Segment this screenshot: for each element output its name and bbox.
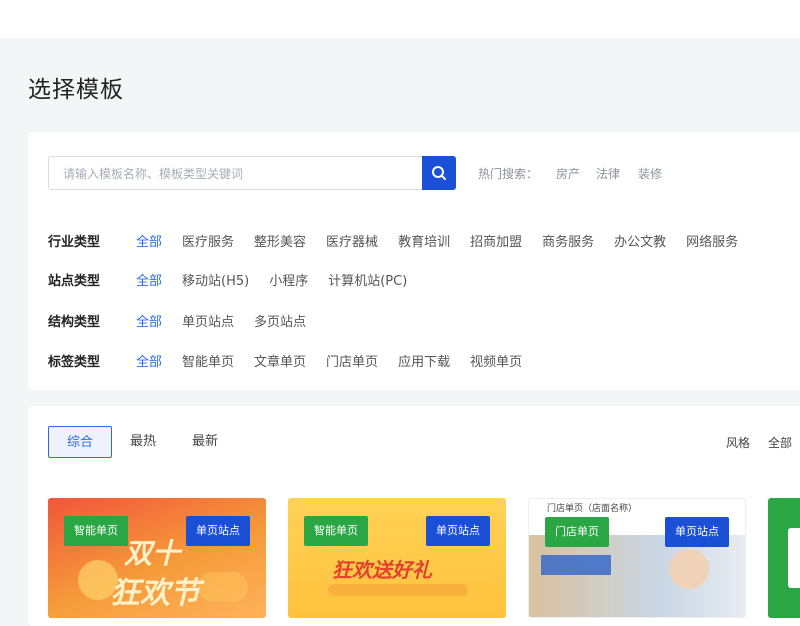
top-bar	[0, 0, 800, 38]
filter-panel: 热门搜索： 房产 法律 装修 行业类型 全部 医疗服务 整形美容 医疗器械 教育…	[28, 132, 800, 390]
hot-search-term[interactable]: 法律	[596, 165, 620, 182]
card-banner-text: 狂欢送好礼	[332, 558, 432, 582]
filter-row-tag-type: 标签类型 全部 智能单页 文章单页 门店单页 应用下载 视频单页	[48, 350, 542, 370]
card-site-badge: 单页站点	[186, 516, 250, 546]
filter-option[interactable]: 计算机站(PC)	[328, 270, 407, 289]
search-box	[48, 156, 456, 191]
filter-option[interactable]: 网络服务	[686, 231, 738, 250]
card-site-badge: 单页站点	[665, 517, 729, 547]
filter-option[interactable]: 办公文教	[614, 231, 666, 250]
style-filter-value[interactable]: 全部	[768, 434, 792, 451]
filter-row-industry: 行业类型 全部 医疗服务 整形美容 医疗器械 教育培训 招商加盟 商务服务 办公…	[48, 230, 758, 250]
filter-option[interactable]: 小程序	[269, 270, 308, 289]
sort-tab-comprehensive[interactable]: 综合	[48, 426, 112, 458]
hot-search-term[interactable]: 装修	[638, 165, 662, 182]
card-thumbnail	[788, 528, 800, 588]
filter-option[interactable]: 移动站(H5)	[182, 270, 249, 289]
search-button[interactable]	[422, 156, 456, 190]
template-card[interactable]: 门店单页（店面名称） 门店单页 单页站点	[528, 498, 746, 618]
card-banner-text: 双十	[124, 537, 181, 570]
filter-row-site-type: 站点类型 全部 移动站(H5) 小程序 计算机站(PC)	[48, 269, 427, 289]
card-tag-badge: 智能单页	[304, 516, 368, 546]
card-banner-text: 狂欢节	[110, 576, 200, 611]
filter-option[interactable]: 文章单页	[254, 351, 306, 370]
filter-row-structure-type: 结构类型 全部 单页站点 多页站点	[48, 310, 326, 330]
card-thumbnail	[529, 535, 745, 617]
filter-row-label: 标签类型	[48, 354, 101, 370]
hot-search-label: 热门搜索：	[478, 167, 539, 181]
filter-option[interactable]: 视频单页	[470, 351, 522, 370]
style-filter-label[interactable]: 风格	[726, 434, 750, 451]
hot-search-term[interactable]: 房产	[556, 165, 580, 182]
filter-option[interactable]: 门店单页	[326, 351, 378, 370]
filter-option[interactable]: 单页站点	[182, 311, 234, 330]
search-input[interactable]	[61, 157, 425, 191]
card-thumbnail	[328, 584, 468, 596]
filter-option[interactable]: 教育培训	[398, 231, 450, 250]
sort-tab-hottest[interactable]: 最热	[112, 426, 174, 458]
filter-option[interactable]: 医疗服务	[182, 231, 234, 250]
template-card[interactable]	[768, 498, 800, 618]
page-title: 选择模板	[28, 77, 124, 103]
filter-option-all[interactable]: 全部	[136, 270, 162, 289]
filter-option[interactable]: 医疗器械	[326, 231, 378, 250]
template-card[interactable]: 智能单页 单页站点 狂欢送好礼	[288, 498, 506, 618]
filter-row-label: 结构类型	[48, 314, 101, 330]
filter-option[interactable]: 智能单页	[182, 351, 234, 370]
filter-option[interactable]: 多页站点	[254, 311, 306, 330]
template-card[interactable]: 智能单页 单页站点 双十 狂欢节	[48, 498, 266, 618]
filter-option[interactable]: 商务服务	[542, 231, 594, 250]
search-icon	[432, 166, 446, 180]
filter-option[interactable]: 招商加盟	[470, 231, 522, 250]
filter-option-all[interactable]: 全部	[136, 231, 162, 250]
card-store-title: 门店单页（店面名称）	[547, 504, 638, 514]
card-tag-badge: 门店单页	[545, 517, 609, 547]
sort-tab-newest[interactable]: 最新	[174, 426, 236, 458]
filter-option[interactable]: 整形美容	[254, 231, 306, 250]
card-tag-badge: 智能单页	[64, 516, 128, 546]
filter-option[interactable]: 应用下载	[398, 351, 450, 370]
template-list-panel: 综合 最热 最新 风格 全部 智能单页 单页站点 双十 狂欢节 智能单页 单页站…	[28, 406, 800, 626]
card-site-badge: 单页站点	[426, 516, 490, 546]
filter-option-all[interactable]: 全部	[136, 351, 162, 370]
filter-row-label: 站点类型	[48, 273, 101, 289]
filter-row-label: 行业类型	[48, 234, 101, 250]
filter-option-all[interactable]: 全部	[136, 311, 162, 330]
